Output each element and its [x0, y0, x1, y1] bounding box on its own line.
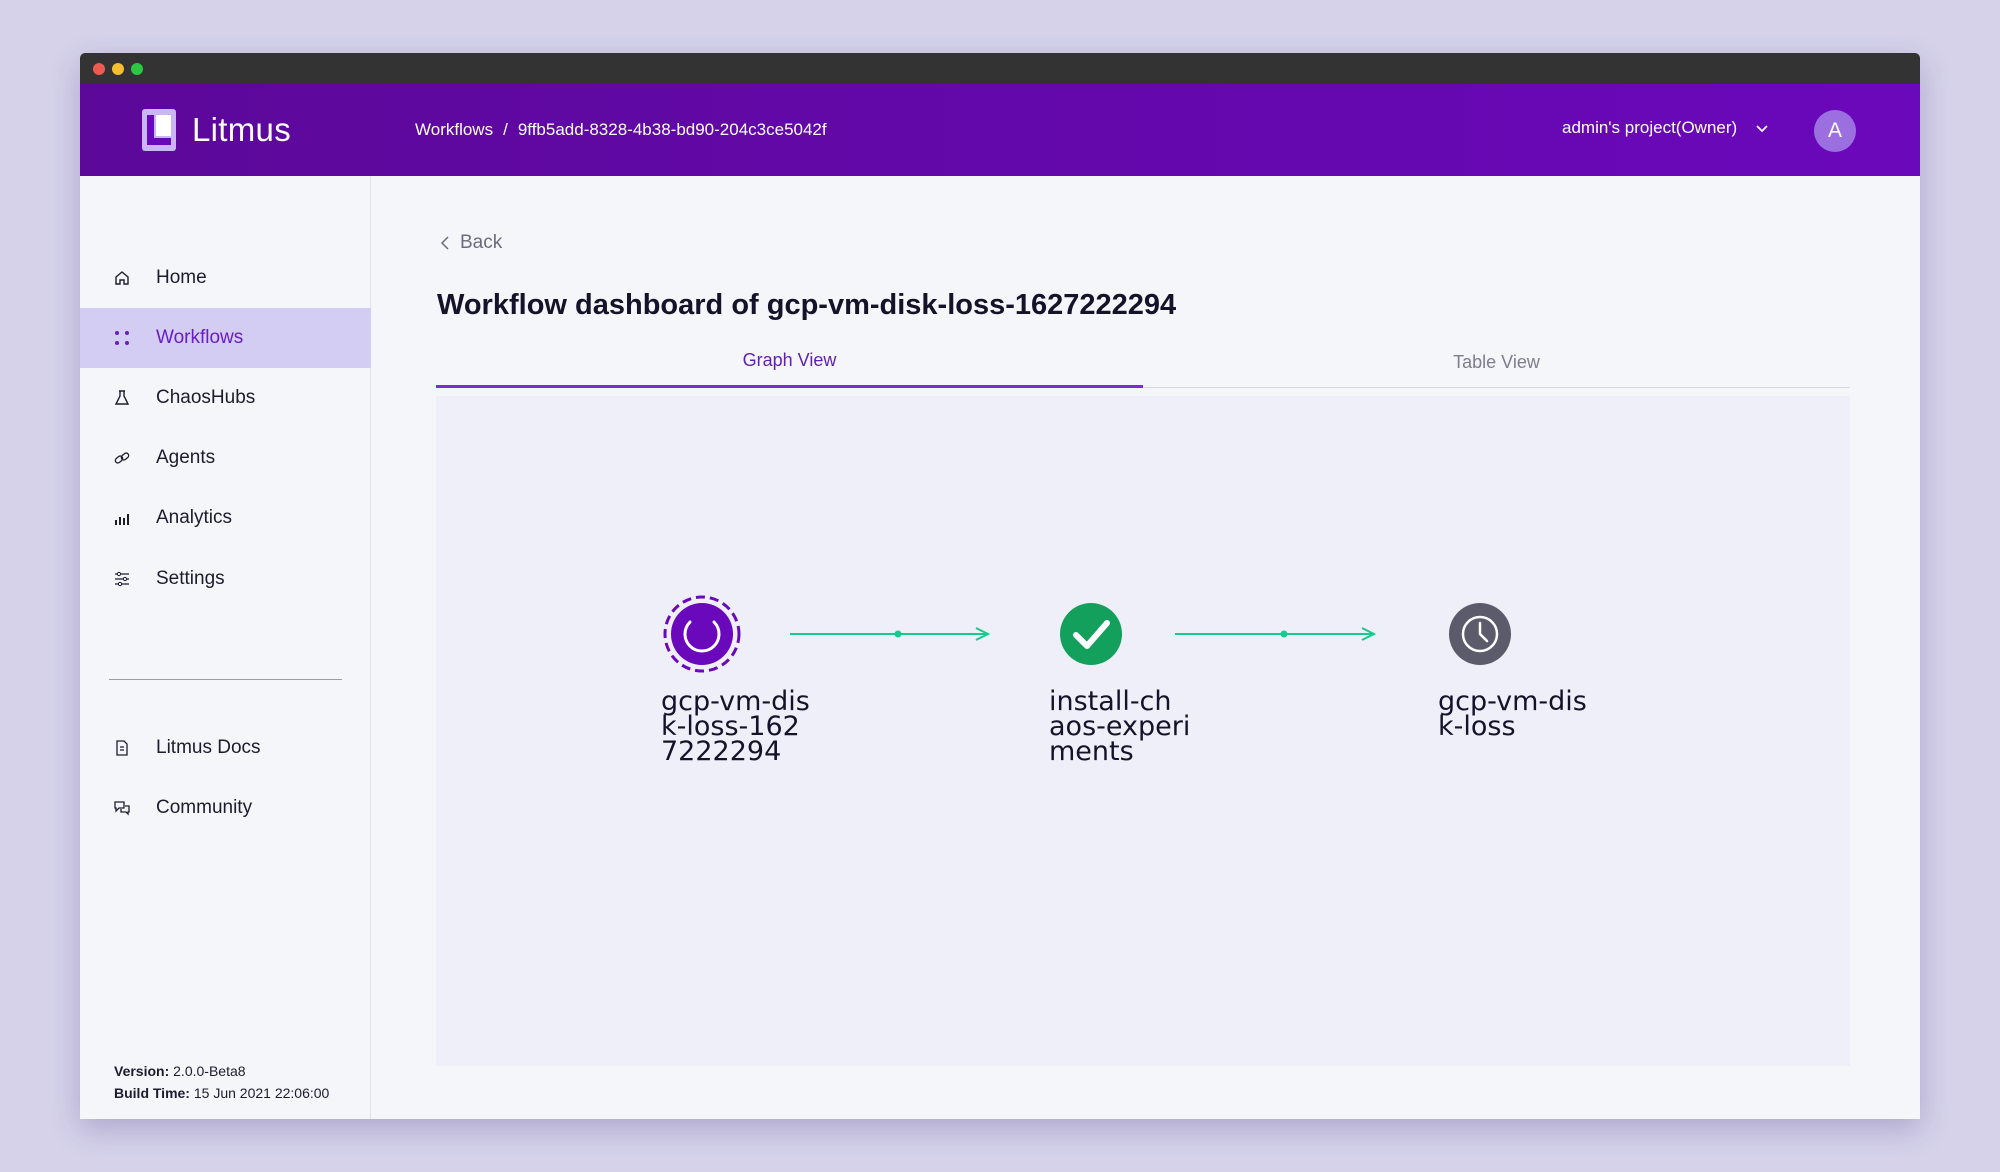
project-name: admin's project(Owner): [1562, 118, 1738, 137]
workflows-icon: [113, 329, 131, 347]
minimize-window-button[interactable]: [112, 63, 124, 75]
version-info: Version: 2.0.0-Beta8 Build Time: 15 Jun …: [114, 1060, 329, 1104]
chat-icon: [113, 799, 131, 817]
sidebar-item-label: Workflows: [156, 327, 244, 348]
build-time-value: 15 Jun 2021 22:06:00: [193, 1085, 330, 1101]
sidebar-item-home[interactable]: Home: [80, 248, 371, 308]
app-name: Litmus: [192, 111, 291, 148]
node-label: install-ch aos-experi ments: [1049, 686, 1191, 767]
project-selector[interactable]: admin's project(Owner): [1562, 118, 1769, 138]
sidebar-item-label: Agents: [156, 447, 216, 468]
user-avatar[interactable]: A: [1814, 110, 1856, 152]
build-time-label: Build Time:: [114, 1085, 190, 1101]
main-content: Back Workflow dashboard of gcp-vm-disk-l…: [372, 176, 1920, 1119]
sidebar-item-litmus-docs[interactable]: Litmus Docs: [80, 718, 371, 778]
node-label: gcp-vm-dis k-loss-162 7222294: [661, 686, 810, 767]
sidebar-item-workflows[interactable]: Workflows: [80, 308, 371, 368]
sliders-icon: [113, 570, 131, 588]
document-icon: [113, 739, 131, 757]
back-button[interactable]: Back: [440, 232, 502, 254]
top-app-bar: Litmus Workflows / 9ffb5add-8328-4b38-bd…: [80, 84, 1920, 176]
chart-icon: [113, 509, 131, 527]
link-icon: [113, 449, 131, 467]
node-label: gcp-vm-dis k-loss: [1438, 686, 1587, 742]
graph-node-pending[interactable]: [1449, 603, 1511, 665]
sidebar-item-agents[interactable]: Agents: [80, 428, 371, 488]
litmus-logo-icon: [142, 109, 176, 151]
tab-table-view[interactable]: Table View: [1143, 336, 1850, 388]
breadcrumb-separator: /: [503, 120, 508, 139]
sidebar-item-community[interactable]: Community: [80, 778, 371, 838]
graph-node-running[interactable]: [663, 595, 741, 673]
sidebar-item-label: Litmus Docs: [156, 737, 261, 758]
home-icon: [113, 269, 131, 287]
sidebar-item-label: Settings: [156, 568, 225, 589]
sidebar-item-settings[interactable]: Settings: [80, 549, 371, 609]
sidebar-item-label: ChaosHubs: [156, 387, 256, 408]
graph-edge: [1175, 627, 1377, 641]
chevron-left-icon: [440, 236, 449, 250]
sidebar-item-label: Analytics: [156, 507, 233, 528]
back-label: Back: [460, 232, 503, 253]
page-title: Workflow dashboard of gcp-vm-disk-loss-1…: [437, 289, 1177, 321]
sidebar-divider: [109, 679, 342, 680]
maximize-window-button[interactable]: [131, 63, 143, 75]
browser-window: Litmus Workflows / 9ffb5add-8328-4b38-bd…: [80, 53, 1920, 1119]
version-value: 2.0.0-Beta8: [173, 1063, 246, 1079]
sidebar-item-analytics[interactable]: Analytics: [80, 488, 371, 548]
breadcrumb: Workflows / 9ffb5add-8328-4b38-bd90-204c…: [415, 120, 827, 140]
version-label: Version:: [114, 1063, 170, 1079]
breadcrumb-workflows-link[interactable]: Workflows: [415, 120, 493, 140]
workflow-graph: gcp-vm-dis k-loss-162 7222294 install-ch…: [436, 396, 1850, 1066]
sidebar-item-label: Home: [156, 267, 207, 288]
sidebar-item-label: Community: [156, 797, 253, 818]
sidebar-item-chaoshubs[interactable]: ChaosHubs: [80, 368, 371, 428]
app-logo[interactable]: Litmus: [142, 108, 291, 152]
tab-graph-view[interactable]: Graph View: [436, 336, 1143, 388]
view-tabs: Graph View Table View: [436, 336, 1850, 388]
window-titlebar: [80, 53, 1920, 84]
sidebar: Home Workflows ChaosHubs Agents Analytic…: [80, 176, 371, 1119]
chevron-down-icon: [1756, 125, 1768, 133]
flask-icon: [113, 389, 131, 407]
graph-node-succeeded[interactable]: [1060, 603, 1122, 665]
breadcrumb-workflow-id: 9ffb5add-8328-4b38-bd90-204c3ce5042f: [517, 120, 827, 139]
graph-edge: [790, 627, 991, 641]
close-window-button[interactable]: [93, 63, 105, 75]
